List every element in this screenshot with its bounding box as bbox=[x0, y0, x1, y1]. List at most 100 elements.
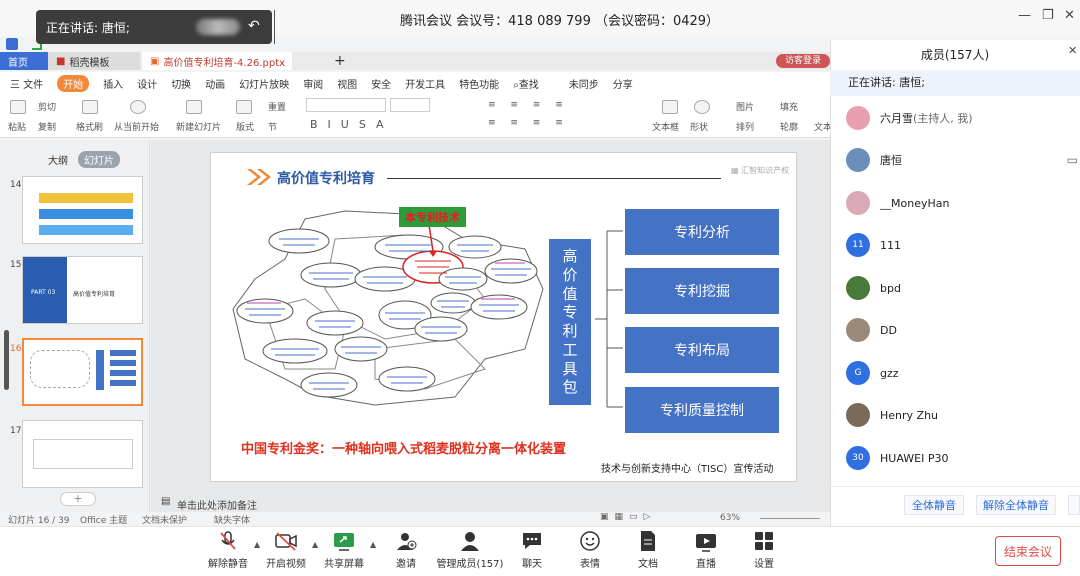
member-row[interactable]: G gzz bbox=[830, 352, 1080, 394]
close-icon[interactable]: ✕ bbox=[1064, 8, 1075, 23]
member-row[interactable]: __MoneyHan bbox=[830, 182, 1080, 224]
start-video-button[interactable]: 开启视频 bbox=[258, 530, 314, 570]
menu-search[interactable]: ⌕查找 bbox=[513, 76, 539, 91]
invite-label: 邀请 bbox=[396, 559, 416, 570]
menu-security[interactable]: 安全 bbox=[371, 76, 391, 91]
share-screen-button[interactable]: 共享屏幕 bbox=[316, 530, 372, 570]
menu-unsynced[interactable]: 未同步 bbox=[569, 76, 599, 91]
docs-button[interactable]: 文档 bbox=[620, 530, 676, 570]
member-row[interactable]: 六月雪 (主持人, 我) bbox=[830, 97, 1080, 139]
format-painter-icon[interactable] bbox=[82, 100, 98, 114]
zoom-level[interactable]: 63% bbox=[720, 513, 740, 523]
menu-dev-tools[interactable]: 开发工具 bbox=[405, 76, 445, 91]
member-row[interactable]: 11 111 bbox=[830, 224, 1080, 266]
member-row[interactable]: DD bbox=[830, 309, 1080, 351]
tab-slides[interactable]: 幻灯片 bbox=[78, 151, 120, 168]
tab-pptx-document[interactable]: ▣ 高价值专利培育-4.26.pptx bbox=[142, 52, 292, 70]
thumbnail-slide-14[interactable] bbox=[22, 176, 143, 244]
menu-share[interactable]: 分享 bbox=[613, 76, 633, 91]
thumbnail-slide-16-selected[interactable] bbox=[22, 338, 143, 406]
unmute-all-button[interactable]: 解除全体静音 bbox=[976, 495, 1056, 515]
slide-thumbnail-pane: 大纲 幻灯片 14 15 PART 03 高价值专利培育 16 17 + bbox=[0, 140, 150, 518]
member-row[interactable]: Henry Zhu bbox=[830, 394, 1080, 436]
menu-review[interactable]: 审阅 bbox=[303, 76, 323, 91]
settings-button[interactable]: 设置 bbox=[736, 530, 792, 570]
emoji-smile-icon bbox=[579, 530, 601, 552]
align-buttons[interactable]: ≡ ≡ ≡ ≡ bbox=[488, 118, 569, 128]
shape-label: 形状 bbox=[690, 123, 709, 133]
menu-home[interactable]: 开始 bbox=[57, 74, 90, 92]
end-meeting-button[interactable]: 结束会议 bbox=[995, 536, 1061, 566]
play-from-current-icon[interactable] bbox=[130, 100, 146, 114]
thumb-subtitle: 高价值专利培育 bbox=[73, 291, 116, 298]
menu-slideshow[interactable]: 幻灯片放映 bbox=[239, 76, 289, 91]
tab-outline[interactable]: 大纲 bbox=[48, 152, 68, 167]
menu-view[interactable]: 视图 bbox=[337, 76, 357, 91]
thumb-shape bbox=[39, 193, 133, 203]
cut-label[interactable]: 剪切 bbox=[38, 100, 56, 113]
shape-icon[interactable] bbox=[694, 100, 710, 114]
mute-all-button[interactable]: 全体静音 bbox=[904, 495, 964, 515]
paste-icon[interactable] bbox=[10, 100, 26, 114]
text-box-icon[interactable] bbox=[662, 100, 678, 114]
missing-font-status[interactable]: 缺失字体 bbox=[214, 513, 250, 526]
slide-heading: 高价值专利培育 bbox=[277, 171, 375, 187]
font-style-buttons[interactable]: BIUSA bbox=[310, 118, 394, 131]
panel-close-icon[interactable]: ✕ bbox=[1068, 44, 1077, 57]
camera-off-icon bbox=[275, 530, 297, 552]
menu-file[interactable]: 三 文件 bbox=[10, 76, 43, 91]
pptx-file-icon: ▣ bbox=[150, 55, 160, 67]
unmute-button[interactable]: 解除静音 bbox=[200, 530, 256, 570]
maximize-icon[interactable]: ❐ bbox=[1042, 8, 1054, 23]
thumbnail-number: 17 bbox=[10, 426, 22, 436]
emoji-button[interactable]: 表情 bbox=[562, 530, 618, 570]
new-tab-button[interactable]: + bbox=[326, 52, 354, 70]
picture-label[interactable]: 图片 bbox=[736, 100, 754, 113]
menu-insert[interactable]: 插入 bbox=[103, 76, 123, 91]
doc-protect-status[interactable]: 文档未保护 bbox=[142, 513, 187, 526]
chat-button[interactable]: 聊天 bbox=[504, 530, 560, 570]
thumbnail-number: 15 bbox=[10, 260, 22, 270]
menu-design[interactable]: 设计 bbox=[137, 76, 157, 91]
menu-animation[interactable]: 动画 bbox=[205, 76, 225, 91]
tab-daoke-templates[interactable]: ■ 稻壳模板 bbox=[48, 52, 140, 70]
add-slide-button[interactable]: + bbox=[60, 492, 96, 506]
more-options-button[interactable] bbox=[1068, 495, 1080, 515]
thumbnail-slide-17[interactable] bbox=[22, 420, 143, 488]
arrange-label[interactable]: 排列 bbox=[736, 120, 754, 133]
tab-pptx-label: 高价值专利培育-4.26.pptx bbox=[163, 57, 286, 69]
font-size-select[interactable] bbox=[390, 98, 430, 112]
minimize-icon[interactable]: — bbox=[1018, 8, 1031, 23]
thumbnail-slide-15[interactable]: PART 03 高价值专利培育 bbox=[22, 256, 143, 324]
view-mode-icons[interactable]: ▣▦▭▷ bbox=[600, 512, 656, 522]
member-row[interactable]: 30 HUAWEI P30 bbox=[830, 437, 1080, 479]
live-button[interactable]: 直播 bbox=[678, 530, 734, 570]
undo-arrow-icon[interactable]: ↶ bbox=[248, 18, 260, 34]
current-slide[interactable]: 高价值专利培育 ▦ 汇智知识产权 本专利技术 高价值专利工具包 专利分析 专利挖… bbox=[210, 152, 797, 482]
invite-button[interactable]: 邀请 bbox=[378, 530, 434, 570]
tab-home[interactable]: 首页 bbox=[0, 52, 52, 70]
zoom-slider[interactable] bbox=[760, 518, 820, 519]
reset-label[interactable]: 重置 bbox=[268, 100, 286, 113]
outline-label[interactable]: 轮廓 bbox=[780, 120, 798, 133]
manage-members-label: 管理成员(157) bbox=[436, 559, 504, 570]
paste-label: 粘贴 bbox=[8, 123, 27, 133]
font-name-select[interactable] bbox=[306, 98, 386, 112]
notes-bar[interactable]: ▤ 单击此处添加备注 bbox=[151, 494, 830, 512]
new-slide-icon[interactable] bbox=[186, 100, 202, 114]
menu-features[interactable]: 特色功能 bbox=[459, 76, 499, 91]
member-row[interactable]: 唐恒 ▭ bbox=[830, 139, 1080, 181]
menu-transition[interactable]: 切换 bbox=[171, 76, 191, 91]
section-label[interactable]: 节 bbox=[268, 120, 277, 133]
manage-members-button[interactable]: 管理成员(157) bbox=[430, 530, 510, 570]
layout-icon[interactable] bbox=[236, 100, 252, 114]
paragraph-buttons[interactable]: ≡ ≡ ≡ ≡ bbox=[488, 100, 569, 110]
member-row[interactable]: bpd bbox=[830, 267, 1080, 309]
theme-name: Office 主题 bbox=[80, 516, 128, 526]
thumbnail-scrollbar[interactable] bbox=[4, 330, 9, 390]
chevron-up-icon[interactable]: ▲ bbox=[370, 540, 376, 549]
visitor-login-button[interactable]: 访客登录 bbox=[776, 54, 830, 68]
copy-label[interactable]: 复制 bbox=[38, 120, 56, 133]
emoji-label: 表情 bbox=[580, 559, 600, 570]
fill-label[interactable]: 填充 bbox=[780, 100, 798, 113]
